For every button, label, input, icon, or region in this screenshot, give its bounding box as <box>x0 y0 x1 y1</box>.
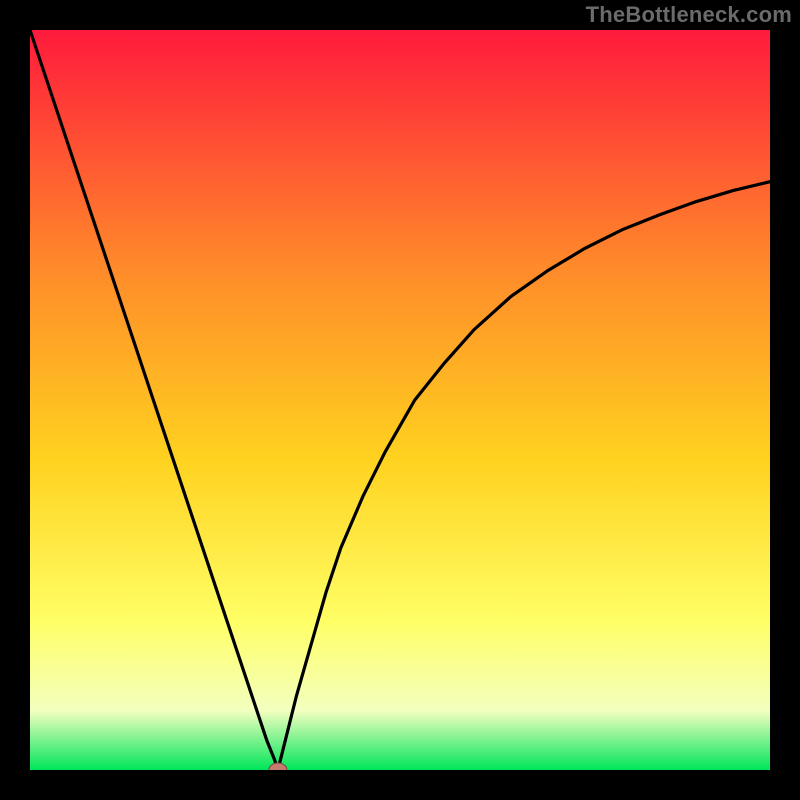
chart-frame: TheBottleneck.com <box>0 0 800 800</box>
watermark-text: TheBottleneck.com <box>586 2 792 28</box>
gradient-background <box>30 30 770 770</box>
plot-area <box>30 30 770 770</box>
chart-svg <box>30 30 770 770</box>
